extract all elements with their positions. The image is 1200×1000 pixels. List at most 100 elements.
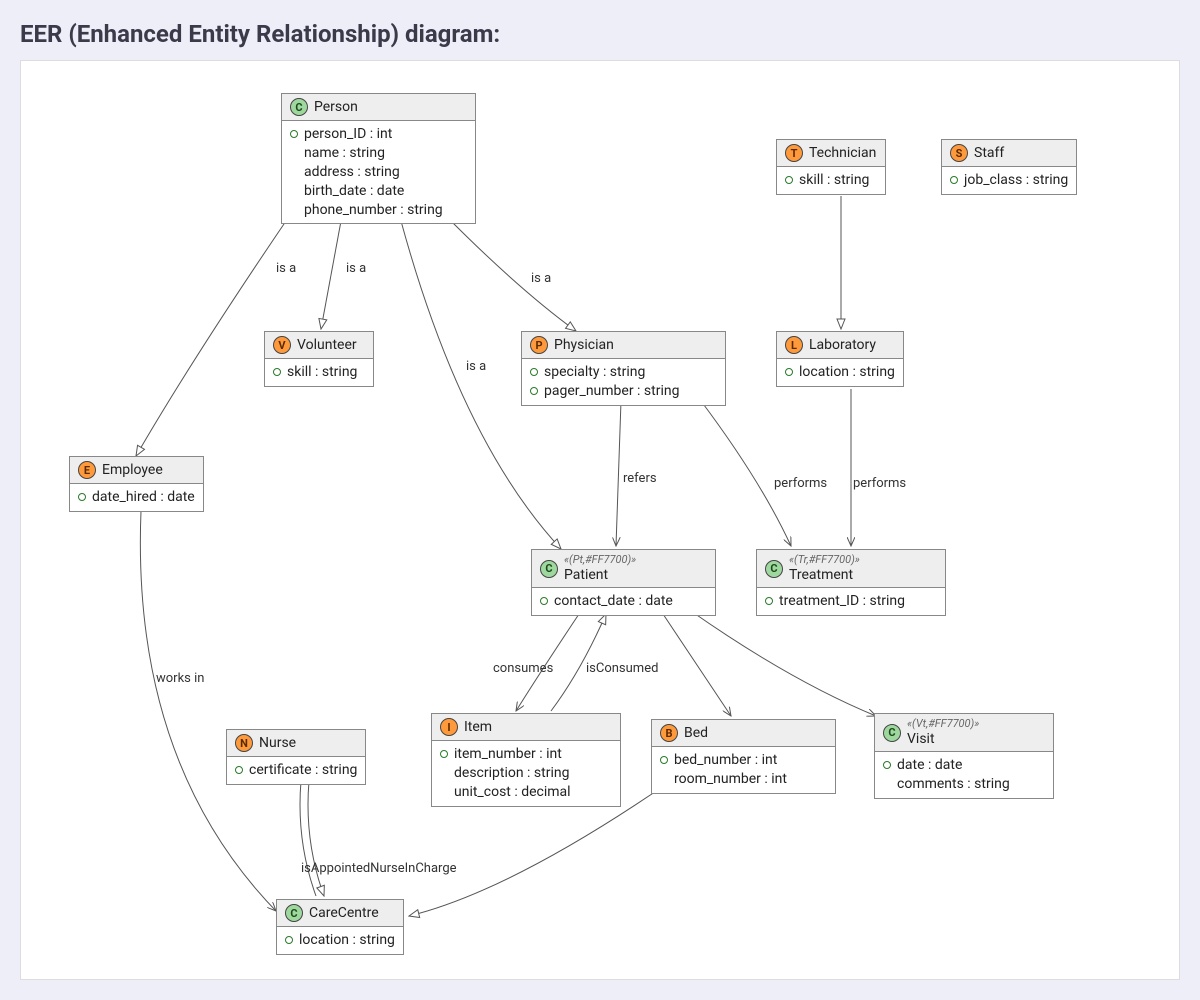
entity-item: IItem item_number : intdescription : str… [431, 713, 621, 807]
entity-name: Laboratory [809, 337, 876, 353]
badge-c-icon: C [883, 724, 901, 742]
entity-attrs: contact_date : date [532, 588, 715, 615]
entity-name: Patient [564, 567, 608, 583]
attribute-text: bed_number : int [674, 751, 777, 770]
entity-name: Person [314, 99, 358, 115]
stereotype: «(Vt,#FF7700)» [907, 718, 979, 729]
entity-staff: S Staff job_class : string [941, 139, 1077, 195]
attribute-row: comments : string [883, 775, 1045, 794]
attribute-row: contact_date : date [540, 592, 707, 611]
entity-physician: PPhysician specialty : stringpager_numbe… [521, 331, 726, 406]
attribute-text: skill : string [287, 363, 357, 382]
entity-attrs: skill : string [265, 359, 373, 386]
attr-dot-icon [235, 766, 243, 774]
entity-treatment: C«(Tr,#FF7700)»Treatment treatment_ID : … [756, 549, 946, 616]
attribute-text: pager_number : string [544, 382, 679, 401]
attribute-row: phone_number : string [290, 201, 467, 220]
attribute-text: treatment_ID : string [779, 592, 905, 611]
attribute-row: item_number : int [440, 745, 612, 764]
entity-name: Bed [684, 725, 708, 741]
attribute-row: date : date [883, 756, 1045, 775]
attribute-row: birth_date : date [290, 182, 467, 201]
entity-attrs: location : string [277, 927, 403, 954]
attr-spacer [883, 780, 891, 788]
attribute-row: skill : string [785, 171, 877, 190]
edge-label-consumes: consumes [493, 661, 553, 676]
attr-dot-icon [540, 597, 548, 605]
entity-attrs: treatment_ID : string [757, 588, 945, 615]
entity-name: Treatment [789, 567, 853, 583]
attr-dot-icon [78, 493, 86, 501]
entity-attrs: bed_number : introom_number : int [652, 747, 835, 793]
attribute-row: description : string [440, 764, 612, 783]
entity-employee: EEmployee date_hired : date [69, 456, 204, 512]
attribute-row: pager_number : string [530, 382, 717, 401]
attr-dot-icon [530, 368, 538, 376]
badge-e-icon: E [78, 461, 96, 479]
attribute-row: specialty : string [530, 363, 717, 382]
attribute-text: job_class : string [964, 171, 1068, 190]
badge-n-icon: N [235, 734, 253, 752]
edge-label-isconsumed: isConsumed [586, 661, 658, 676]
edge-label-isa: is a [466, 359, 486, 374]
attr-spacer [290, 187, 298, 195]
attribute-row: treatment_ID : string [765, 592, 937, 611]
entity-attrs: location : string [777, 359, 903, 386]
edge-label-worksin: works in [156, 671, 204, 686]
attr-spacer [440, 769, 448, 777]
badge-c-icon: C [285, 904, 303, 922]
entity-laboratory: LLaboratory location : string [776, 331, 904, 387]
attr-dot-icon [530, 387, 538, 395]
entity-person: C Person person_ID : intname : stringaddr… [281, 93, 476, 224]
attribute-text: skill : string [799, 171, 869, 190]
attribute-row: date_hired : date [78, 488, 195, 507]
attr-spacer [440, 788, 448, 796]
attribute-row: location : string [285, 931, 395, 950]
entity-name: Item [464, 719, 492, 735]
attr-spacer [290, 168, 298, 176]
attribute-row: job_class : string [950, 171, 1068, 190]
attribute-text: location : string [299, 931, 395, 950]
attribute-text: name : string [304, 144, 385, 163]
badge-c-icon: C [290, 98, 308, 116]
attribute-row: certificate : string [235, 761, 357, 780]
entity-volunteer: VVolunteer skill : string [264, 331, 374, 387]
entity-attrs: date_hired : date [70, 484, 203, 511]
attribute-text: date_hired : date [92, 488, 195, 507]
entity-name: Nurse [259, 735, 296, 751]
attr-dot-icon [785, 368, 793, 376]
entity-visit: C«(Vt,#FF7700)»Visit date : datecomments… [874, 713, 1054, 799]
edge-layer [21, 61, 1179, 979]
attribute-text: location : string [799, 363, 895, 382]
entity-attrs: date : datecomments : string [875, 752, 1053, 798]
attr-spacer [290, 149, 298, 157]
attribute-text: person_ID : int [304, 125, 392, 144]
entity-carecentre: CCareCentre location : string [276, 899, 404, 955]
attribute-row: name : string [290, 144, 467, 163]
entity-technician: TTechnician skill : string [776, 139, 886, 195]
entity-patient: C«(Pt,#FF7700)»Patient contact_date : da… [531, 549, 716, 616]
entity-attrs: specialty : stringpager_number : string [522, 359, 725, 405]
edge-label-nurseincharge: isAppointedNurseInCharge [301, 861, 457, 876]
badge-v-icon: V [273, 336, 291, 354]
attribute-row: person_ID : int [290, 125, 467, 144]
entity-attrs: person_ID : intname : stringaddress : st… [282, 121, 475, 223]
entity-attrs: certificate : string [227, 757, 365, 784]
attr-dot-icon [290, 130, 298, 138]
entity-name: Technician [809, 145, 876, 161]
edge-label-isa: is a [276, 261, 296, 276]
entity-name: Staff [974, 145, 1004, 161]
attribute-text: unit_cost : decimal [454, 783, 571, 802]
badge-s-icon: S [950, 144, 968, 162]
badge-p-icon: P [530, 336, 548, 354]
attr-dot-icon [883, 761, 891, 769]
edge-label-isa: is a [346, 261, 366, 276]
badge-c-icon: C [540, 560, 558, 578]
attribute-text: address : string [304, 163, 400, 182]
entity-attrs: item_number : intdescription : stringuni… [432, 741, 620, 806]
attribute-text: phone_number : string [304, 201, 443, 220]
stereotype: «(Tr,#FF7700)» [789, 554, 860, 565]
attribute-text: birth_date : date [304, 182, 404, 201]
attribute-text: comments : string [897, 775, 1010, 794]
attr-dot-icon [273, 368, 281, 376]
